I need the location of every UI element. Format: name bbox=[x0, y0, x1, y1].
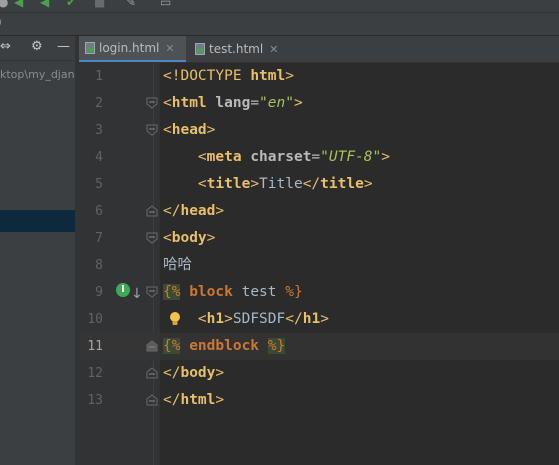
tag-name: html bbox=[250, 68, 286, 84]
main-toolbar: ● ◀ ◀ ✔ ■ ✎ ▭ bbox=[0, 0, 559, 13]
line-number: 3 bbox=[95, 123, 103, 138]
code-line[interactable]: 2 <html lang="en"> bbox=[79, 90, 559, 117]
tab-label: test.html bbox=[209, 42, 264, 56]
project-panel: ⇔ ⚙ — ktop\my_djan bbox=[0, 36, 75, 465]
attribute-name: lang bbox=[215, 95, 251, 111]
tag-name: html bbox=[180, 392, 216, 408]
fold-marker-icon[interactable] bbox=[146, 286, 158, 298]
tag-name: body bbox=[180, 365, 216, 381]
breadcrumb[interactable]: ) bbox=[0, 15, 2, 29]
code-line[interactable]: 4 <meta charset="UTF-8"> bbox=[79, 144, 559, 171]
template-delimiter: %} bbox=[267, 338, 286, 354]
code-line[interactable]: 6 </head> bbox=[79, 198, 559, 225]
tag-name: meta bbox=[206, 149, 242, 165]
fold-marker-icon[interactable] bbox=[146, 394, 158, 406]
project-panel-header: ⇔ ⚙ — bbox=[0, 36, 75, 61]
close-icon[interactable]: ✕ bbox=[269, 43, 278, 56]
text-content: Title bbox=[259, 176, 303, 192]
back-icon[interactable]: ◀ bbox=[14, 0, 23, 9]
fold-marker-icon[interactable] bbox=[146, 232, 158, 244]
tag-name: head bbox=[171, 122, 207, 138]
code-line[interactable]: 8 哈哈 bbox=[79, 252, 559, 279]
code-line[interactable]: 12 </body> bbox=[79, 360, 559, 387]
line-number: 1 bbox=[95, 69, 103, 84]
line-number: 10 bbox=[87, 312, 103, 327]
tab-login-html[interactable]: login.html ✕ bbox=[79, 36, 186, 62]
hide-icon[interactable]: — bbox=[57, 39, 70, 54]
code-line-current[interactable]: 11 {% endblock %} bbox=[79, 333, 559, 360]
arrow-down-icon[interactable]: ↓ bbox=[131, 281, 143, 308]
line-number: 2 bbox=[95, 96, 103, 111]
template-delimiter: {% bbox=[163, 284, 181, 300]
tag-name: h1 bbox=[206, 311, 225, 327]
fold-marker-icon[interactable] bbox=[146, 340, 158, 352]
structure-icon[interactable]: ▭ bbox=[160, 0, 171, 9]
attribute-name: charset bbox=[250, 149, 312, 165]
tag-name: title bbox=[206, 176, 251, 192]
undo-icon[interactable]: ● bbox=[0, 0, 8, 9]
fold-marker-icon[interactable] bbox=[146, 124, 158, 136]
line-number: 4 bbox=[95, 150, 103, 165]
line-number: 12 bbox=[87, 366, 103, 381]
tab-test-html[interactable]: test.html ✕ bbox=[189, 36, 289, 62]
line-number: 8 bbox=[95, 258, 103, 273]
template-delimiter: {% bbox=[163, 338, 181, 354]
code-line[interactable]: 5 <title>Title</title> bbox=[79, 171, 559, 198]
attribute-value: "UTF-8" bbox=[320, 149, 382, 165]
text-content: 哈哈 bbox=[163, 257, 192, 273]
code-line[interactable]: 1 <!DOCTYPE html> bbox=[79, 63, 559, 90]
editor-tabs: login.html ✕ test.html ✕ bbox=[79, 36, 559, 63]
collapse-all-icon[interactable]: ⇔ bbox=[0, 39, 11, 54]
selected-tree-item[interactable] bbox=[0, 210, 75, 232]
edit-icon[interactable]: ✎ bbox=[126, 0, 136, 9]
fold-marker-icon[interactable] bbox=[146, 97, 158, 109]
overriding-block-icon[interactable]: I bbox=[116, 283, 130, 297]
tag-name: title bbox=[320, 176, 364, 192]
gear-icon[interactable]: ⚙ bbox=[31, 39, 43, 54]
fold-marker-icon[interactable] bbox=[146, 367, 158, 379]
code-line[interactable]: 13 </html> bbox=[79, 387, 559, 414]
stop-icon[interactable]: ■ bbox=[94, 0, 105, 9]
close-icon[interactable]: ✕ bbox=[165, 42, 174, 55]
html-file-icon bbox=[195, 43, 205, 55]
line-number: 9 bbox=[95, 285, 103, 300]
code-line[interactable]: 9 I ↓ {% block test %} bbox=[79, 279, 559, 306]
line-number: 5 bbox=[95, 177, 103, 192]
line-number: 11 bbox=[87, 339, 103, 354]
tag-name: html bbox=[171, 95, 207, 111]
project-path[interactable]: ktop\my_djan bbox=[0, 68, 75, 81]
line-number: 13 bbox=[87, 393, 103, 408]
template-delimiter: %} bbox=[285, 284, 303, 300]
navigation-bar: ) bbox=[0, 13, 559, 36]
check-icon[interactable]: ✔ bbox=[66, 0, 76, 9]
tab-label: login.html bbox=[99, 41, 160, 55]
template-keyword: endblock bbox=[189, 338, 260, 354]
forward-icon[interactable]: ◀ bbox=[40, 0, 49, 9]
line-number: 6 bbox=[95, 204, 103, 219]
tag-name: head bbox=[180, 203, 216, 219]
code-line[interactable]: 10 <h1>SDFSDF</h1> bbox=[79, 306, 559, 333]
html-file-icon bbox=[85, 42, 95, 54]
code-line[interactable]: 7 <body> bbox=[79, 225, 559, 252]
attribute-value: "en" bbox=[259, 95, 294, 111]
tag-name: h1 bbox=[302, 311, 321, 327]
text-content: SDFSDF bbox=[232, 311, 286, 327]
line-number: 7 bbox=[95, 231, 103, 246]
template-keyword: block bbox=[189, 284, 233, 300]
code-line[interactable]: 3 <head> bbox=[79, 117, 559, 144]
tag-name: body bbox=[171, 230, 207, 246]
fold-marker-icon[interactable] bbox=[146, 205, 158, 217]
doctype-token: <!DOCTYPE bbox=[163, 68, 242, 84]
block-name: test bbox=[241, 284, 277, 300]
